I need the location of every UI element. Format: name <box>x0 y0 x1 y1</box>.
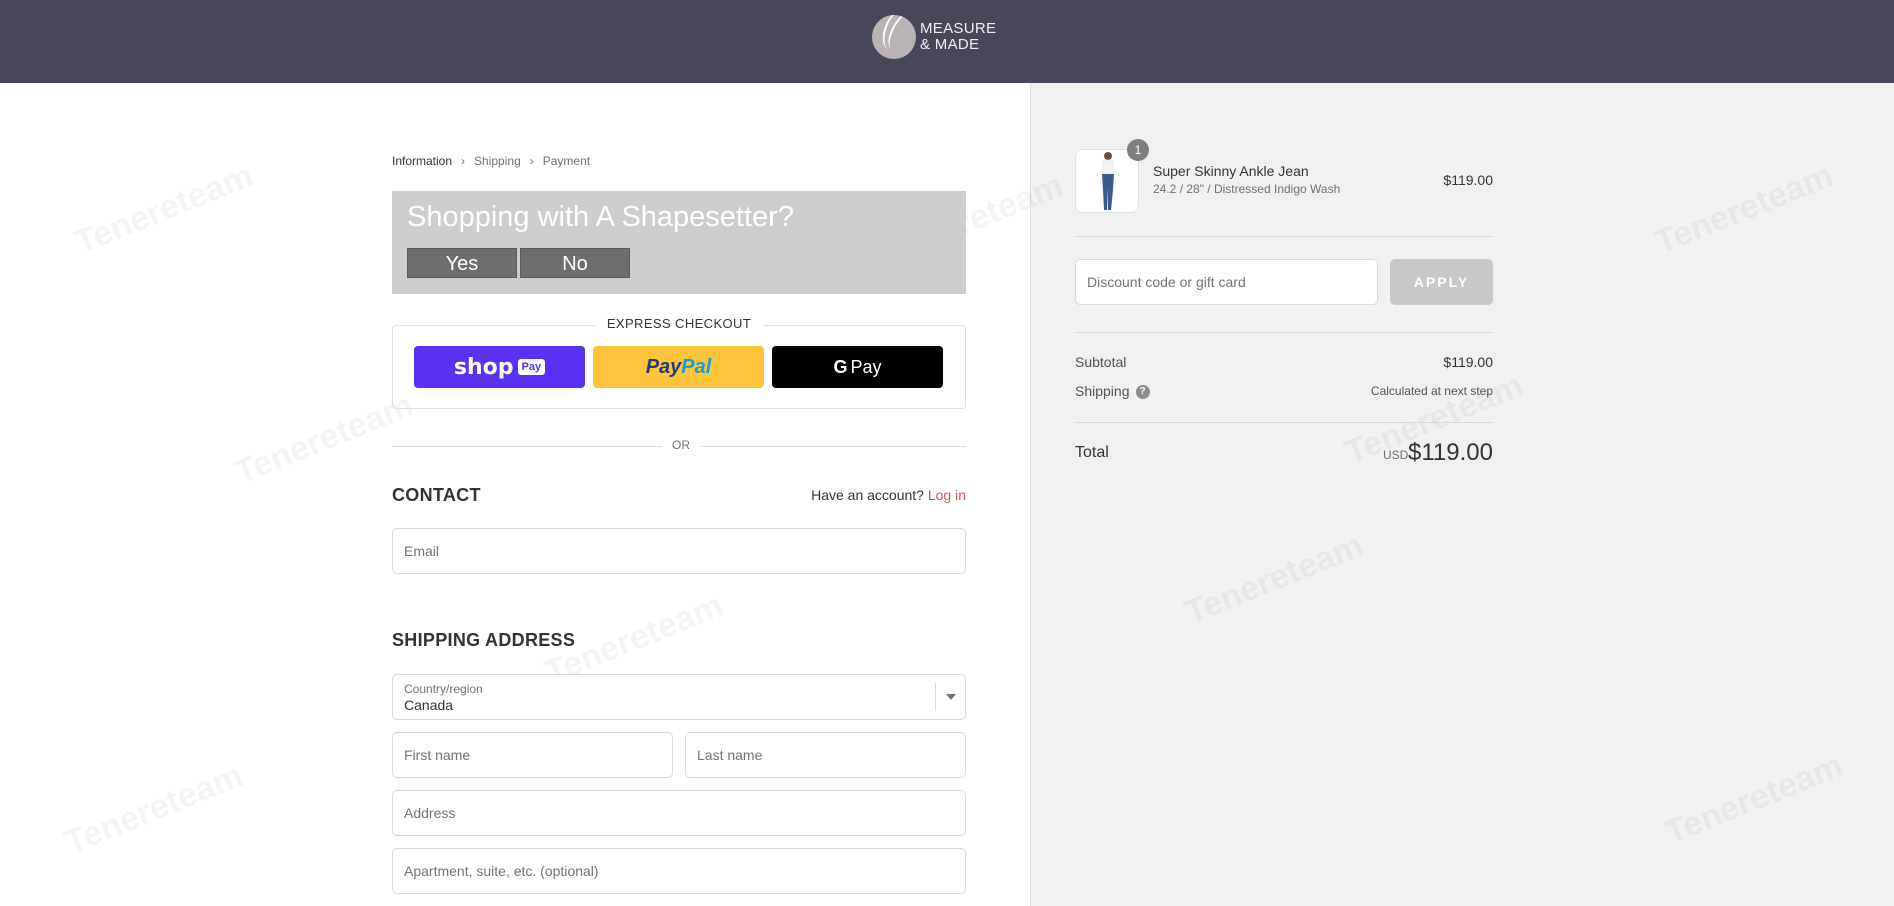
account-prompt: Have an account? Log in <box>811 487 966 503</box>
or-divider: OR <box>392 438 966 452</box>
subtotal-row: Subtotal $119.00 <box>1075 354 1493 370</box>
divider <box>1075 236 1493 237</box>
brand-name: MEASURE & MADE <box>920 20 997 53</box>
product-thumbnail <box>1075 149 1139 213</box>
product-price: $119.00 <box>1443 172 1493 188</box>
breadcrumb-payment: Payment <box>542 154 591 168</box>
help-icon[interactable]: ? <box>1135 385 1150 400</box>
total-label: Total <box>1075 444 1109 461</box>
chevron-right-icon: › <box>461 154 466 168</box>
paypal-button[interactable]: Pay Pal <box>593 346 764 388</box>
cart-item: 1 Super Skinny Ankle Jean 24.2 / 28" / D… <box>1075 139 1493 213</box>
apply-discount-button[interactable]: APPLY <box>1390 259 1493 305</box>
divider <box>1075 422 1493 423</box>
login-link[interactable]: Log in <box>928 487 966 503</box>
contact-heading: CONTACT <box>392 485 481 505</box>
divider <box>1075 332 1493 333</box>
breadcrumb-shipping: Shipping <box>474 154 521 168</box>
shapesetter-yes-button[interactable]: Yes <box>407 248 517 278</box>
total-value: $119.00 <box>1408 439 1493 466</box>
subtotal-label: Subtotal <box>1075 354 1127 370</box>
logo-icon <box>872 15 916 59</box>
chevron-right-icon: › <box>529 154 534 168</box>
currency-code: USD <box>1383 448 1409 462</box>
product-name: Super Skinny Ankle Jean <box>1153 163 1309 179</box>
top-header: MEASURE & MADE <box>0 0 1894 83</box>
breadcrumb-information[interactable]: Information <box>392 154 452 168</box>
last-name-field[interactable]: Last name <box>685 732 966 778</box>
quantity-badge: 1 <box>1127 139 1149 161</box>
shipping-label: Shipping <box>1075 383 1130 399</box>
subtotal-value: $119.00 <box>1443 354 1493 370</box>
watermark: Tenereteam <box>230 386 419 493</box>
shapesetter-banner: Shopping with A Shapesetter? Yes No <box>392 191 966 294</box>
breadcrumb: Information › Shipping › Payment <box>392 154 590 168</box>
shipping-address-heading: SHIPPING ADDRESS <box>392 630 576 650</box>
product-variant: 24.2 / 28" / Distressed Indigo Wash <box>1153 182 1341 196</box>
first-name-field[interactable]: First name <box>392 732 673 778</box>
shop-pay-button[interactable]: shop Pay <box>414 346 585 388</box>
google-icon: G <box>833 356 848 377</box>
shapesetter-question: Shopping with A Shapesetter? <box>407 201 794 233</box>
discount-code-input[interactable]: Discount code or gift card <box>1075 259 1378 305</box>
apartment-field[interactable]: Apartment, suite, etc. (optional) <box>392 848 966 894</box>
watermark: Tenereteam <box>60 756 249 863</box>
shapesetter-no-button[interactable]: No <box>520 248 630 278</box>
watermark: Tenereteam <box>70 156 259 263</box>
country-select[interactable]: Country/region Canada <box>392 674 966 720</box>
address-field[interactable]: Address <box>392 790 966 836</box>
express-checkout-title: EXPRESS CHECKOUT <box>393 316 965 331</box>
express-checkout: EXPRESS CHECKOUT shop Pay Pay Pal G Pay <box>392 316 966 409</box>
email-field[interactable]: Email <box>392 528 966 574</box>
google-pay-button[interactable]: G Pay <box>772 346 943 388</box>
shipping-value: Calculated at next step <box>1370 384 1493 398</box>
shipping-row: Shipping? Calculated at next step <box>1075 383 1493 400</box>
chevron-down-icon <box>935 683 965 711</box>
brand-logo[interactable]: MEASURE & MADE <box>872 14 1012 60</box>
